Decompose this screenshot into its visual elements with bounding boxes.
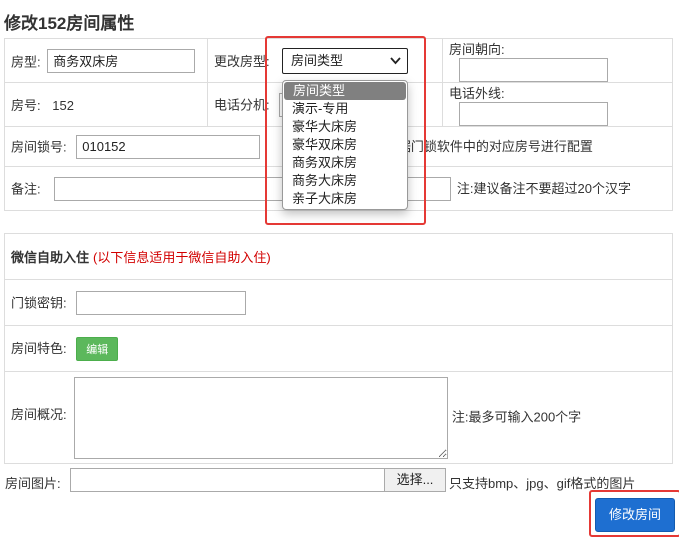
- room-type-select[interactable]: 房间类型: [282, 48, 408, 74]
- image-label: 房间图片:: [5, 476, 61, 491]
- remark-label: 备注:: [11, 181, 41, 196]
- room-type-dropdown: 房间类型 演示-专用 豪华大床房 豪华双床房 商务双床房 商务大床房 亲子大床房: [282, 80, 408, 210]
- submit-button[interactable]: 修改房间: [595, 498, 675, 532]
- key-field[interactable]: [76, 290, 247, 315]
- image-upload-row: 房间图片: 选择... 只支持bmp、jpg、gif格式的图片: [4, 468, 673, 494]
- overview-textarea[interactable]: [74, 376, 449, 459]
- orientation-label: 房间朝向:: [449, 42, 505, 57]
- orientation-field[interactable]: [459, 58, 608, 82]
- image-note: 只支持bmp、jpg、gif格式的图片: [449, 476, 636, 491]
- wechat-subheading: (以下信息适用于微信自助入住): [93, 250, 271, 265]
- dropdown-option[interactable]: 豪华双床房: [283, 136, 407, 154]
- room-type-field[interactable]: [47, 48, 196, 73]
- phone-ext-label: 电话分机:: [214, 97, 270, 112]
- wechat-table: 微信自助入住 (以下信息适用于微信自助入住) 门锁密钥: 房间特色: 编辑 房间概…: [4, 233, 673, 464]
- change-type-label: 更改房型:: [214, 54, 270, 69]
- lock-label: 房间锁号:: [11, 139, 67, 154]
- room-no-value: 152: [52, 98, 74, 113]
- edit-button[interactable]: 编辑: [76, 336, 119, 361]
- dropdown-option[interactable]: 商务大床房: [283, 172, 407, 190]
- phone-out-field[interactable]: [459, 102, 608, 126]
- phone-out-label: 电话外线:: [449, 86, 505, 101]
- room-no-label: 房号:: [11, 98, 41, 113]
- lock-note: 据门锁软件中的对应房号进行配置: [397, 139, 593, 154]
- browse-button[interactable]: 选择...: [384, 468, 446, 492]
- dropdown-option[interactable]: 演示-专用: [283, 100, 407, 118]
- dropdown-option[interactable]: 房间类型: [284, 82, 406, 100]
- select-value: 房间类型: [291, 53, 344, 68]
- page-title: 修改152房间属性: [4, 14, 135, 33]
- dropdown-option[interactable]: 豪华大床房: [283, 118, 407, 136]
- lock-field[interactable]: [76, 134, 261, 159]
- wechat-heading: 微信自助入住: [11, 250, 90, 265]
- chevron-down-icon: [390, 49, 401, 82]
- dropdown-option[interactable]: 亲子大床房: [283, 190, 407, 208]
- overview-note: 注:最多可输入200个字: [451, 408, 582, 424]
- dropdown-option[interactable]: 商务双床房: [283, 154, 407, 172]
- remark-note: 注:建议备注不要超过20个汉字: [456, 181, 631, 196]
- overview-label: 房间概况:: [11, 406, 67, 422]
- image-file-field[interactable]: [70, 468, 385, 492]
- room-type-label: 房型:: [11, 54, 41, 69]
- feature-label: 房间特色:: [11, 340, 67, 356]
- key-label: 门锁密钥:: [11, 295, 67, 310]
